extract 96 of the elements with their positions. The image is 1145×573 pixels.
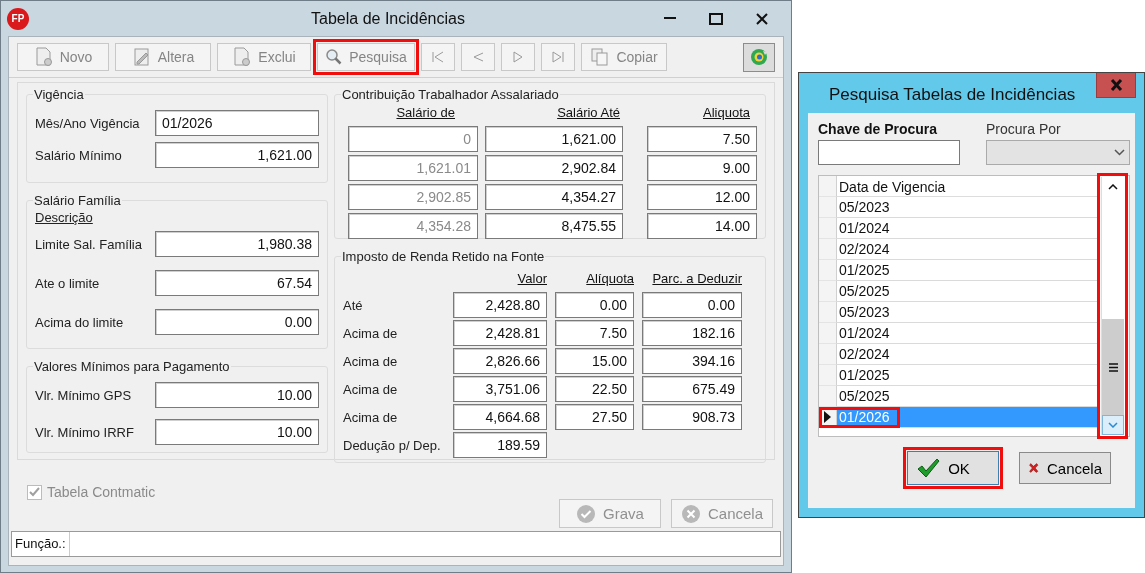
column-header: Alíquota	[586, 271, 634, 286]
search-by-dropdown[interactable]	[986, 140, 1130, 165]
row-label: Acima de	[343, 381, 399, 397]
next-icon	[512, 51, 524, 63]
copy-icon	[590, 47, 611, 67]
document-icon	[232, 47, 253, 67]
input-field[interactable]: 2,428.80	[453, 292, 547, 318]
input-field[interactable]: 22.50	[555, 376, 634, 402]
input-field[interactable]: 0.00	[642, 292, 742, 318]
last-record-icon	[551, 51, 565, 63]
column-header: Aliquota	[703, 105, 750, 120]
input-field[interactable]: 675.49	[642, 376, 742, 402]
input-field[interactable]: 8,475.55	[485, 213, 623, 239]
section-subtitle: Descrição	[35, 210, 94, 225]
close-button[interactable]	[1096, 73, 1136, 98]
field-label: Chave de Procura	[818, 121, 939, 137]
refresh-button[interactable]	[743, 42, 775, 72]
cancel-button[interactable]: Cancela	[1019, 452, 1111, 484]
checkbox-label: Tabela Contmatic	[47, 484, 156, 500]
input-field[interactable]: 7.50	[555, 320, 634, 346]
scroll-thumb[interactable]	[1102, 319, 1124, 415]
cancel-icon	[680, 503, 701, 524]
input-field[interactable]: 12.00	[647, 184, 757, 210]
app-logo: FP	[7, 7, 29, 30]
input-field[interactable]: 01/2026	[155, 110, 319, 136]
input-field[interactable]: 0.00	[155, 309, 319, 335]
input-field[interactable]: 1,621.00	[485, 126, 623, 152]
window-title: Tabela de Incidências	[311, 9, 465, 28]
row-label: Dedução p/ Dep.	[343, 437, 442, 453]
chevron-up-icon	[1108, 184, 1118, 190]
document-icon	[33, 47, 54, 67]
minimize-icon	[664, 17, 676, 20]
check-icon	[576, 503, 597, 524]
dialog-title: Pesquisa Tabelas de Incidências	[829, 85, 1076, 105]
field-label: Procura Por	[986, 121, 1062, 137]
field-label: Mês/Ano Vigência	[35, 115, 141, 131]
ok-button[interactable]: OK	[907, 451, 999, 485]
input-field[interactable]: 1,621.00	[155, 142, 319, 168]
close-icon	[756, 12, 768, 25]
navigation-button[interactable]	[541, 43, 575, 71]
input-field[interactable]: 394.16	[642, 348, 742, 374]
search-icon	[325, 48, 344, 66]
column-header: Valor	[517, 271, 547, 286]
input-field[interactable]: 2,428.81	[453, 320, 547, 346]
row-pointer-icon	[824, 411, 831, 423]
field-label: Limite Sal. Família	[35, 236, 143, 252]
input-field[interactable]: 4,354.27	[485, 184, 623, 210]
first-record-icon	[431, 51, 445, 63]
column-header: Parc. a Deduzir	[652, 271, 742, 286]
input-field[interactable]: 4,664.68	[453, 404, 547, 430]
group-title: Valores Mínimos para Pagamento	[33, 359, 231, 374]
input-field[interactable]: 7.50	[647, 126, 757, 152]
input-field[interactable]: 908.73	[642, 404, 742, 430]
pencil-icon	[131, 47, 152, 67]
input-field[interactable]: 10.00	[155, 382, 319, 408]
chevron-down-icon	[1108, 422, 1118, 428]
column-header: Salário de	[396, 105, 455, 120]
row-label: Acima de	[343, 325, 399, 341]
field-label: Vlr. Mínimo IRRF	[35, 424, 135, 440]
input-field[interactable]: 2,826.66	[453, 348, 547, 374]
input-field[interactable]: 189.59	[453, 432, 547, 458]
navigation-button[interactable]	[421, 43, 455, 71]
input-field[interactable]: 9.00	[647, 155, 757, 181]
group-title: Imposto de Renda Retido na Fonte	[341, 249, 546, 264]
close-icon	[1109, 79, 1123, 91]
search-key-field[interactable]	[818, 140, 960, 165]
input-field[interactable]: 27.50	[555, 404, 634, 430]
input-field[interactable]: 3,751.06	[453, 376, 547, 402]
row-label: Até	[343, 297, 364, 313]
grip-icon	[1108, 362, 1118, 372]
check-icon	[29, 487, 40, 497]
refresh-icon	[749, 47, 769, 67]
input-field[interactable]: 14.00	[647, 213, 757, 239]
check-icon	[916, 457, 940, 479]
chevron-down-icon	[1114, 149, 1125, 156]
input-field[interactable]: 182.16	[642, 320, 742, 346]
navigation-button[interactable]	[501, 43, 535, 71]
input-field[interactable]: 0.00	[555, 292, 634, 318]
row-label: Acima de	[343, 353, 399, 369]
field-label: Ate o limite	[35, 275, 101, 291]
field-label: Acima do limite	[35, 314, 125, 330]
group-title: Contribuição Trabalhador Assalariado	[341, 87, 560, 102]
input-field[interactable]: 67.54	[155, 270, 319, 296]
field-label: Salário Mínimo	[35, 147, 123, 163]
row-label: Acima de	[343, 409, 399, 425]
input-field[interactable]: 2,902.84	[485, 155, 623, 181]
group-title: Vigência	[33, 87, 85, 102]
field-label: Vlr. Mínimo GPS	[35, 387, 133, 403]
input-field[interactable]: 10.00	[155, 419, 319, 445]
previous-icon	[472, 51, 484, 63]
navigation-button[interactable]	[461, 43, 495, 71]
column-header: Salário Até	[557, 105, 620, 120]
group-title: Salário Família	[33, 193, 122, 208]
input-field[interactable]: 1,980.38	[155, 231, 319, 257]
maximize-icon	[709, 12, 723, 25]
input-field[interactable]: 15.00	[555, 348, 634, 374]
